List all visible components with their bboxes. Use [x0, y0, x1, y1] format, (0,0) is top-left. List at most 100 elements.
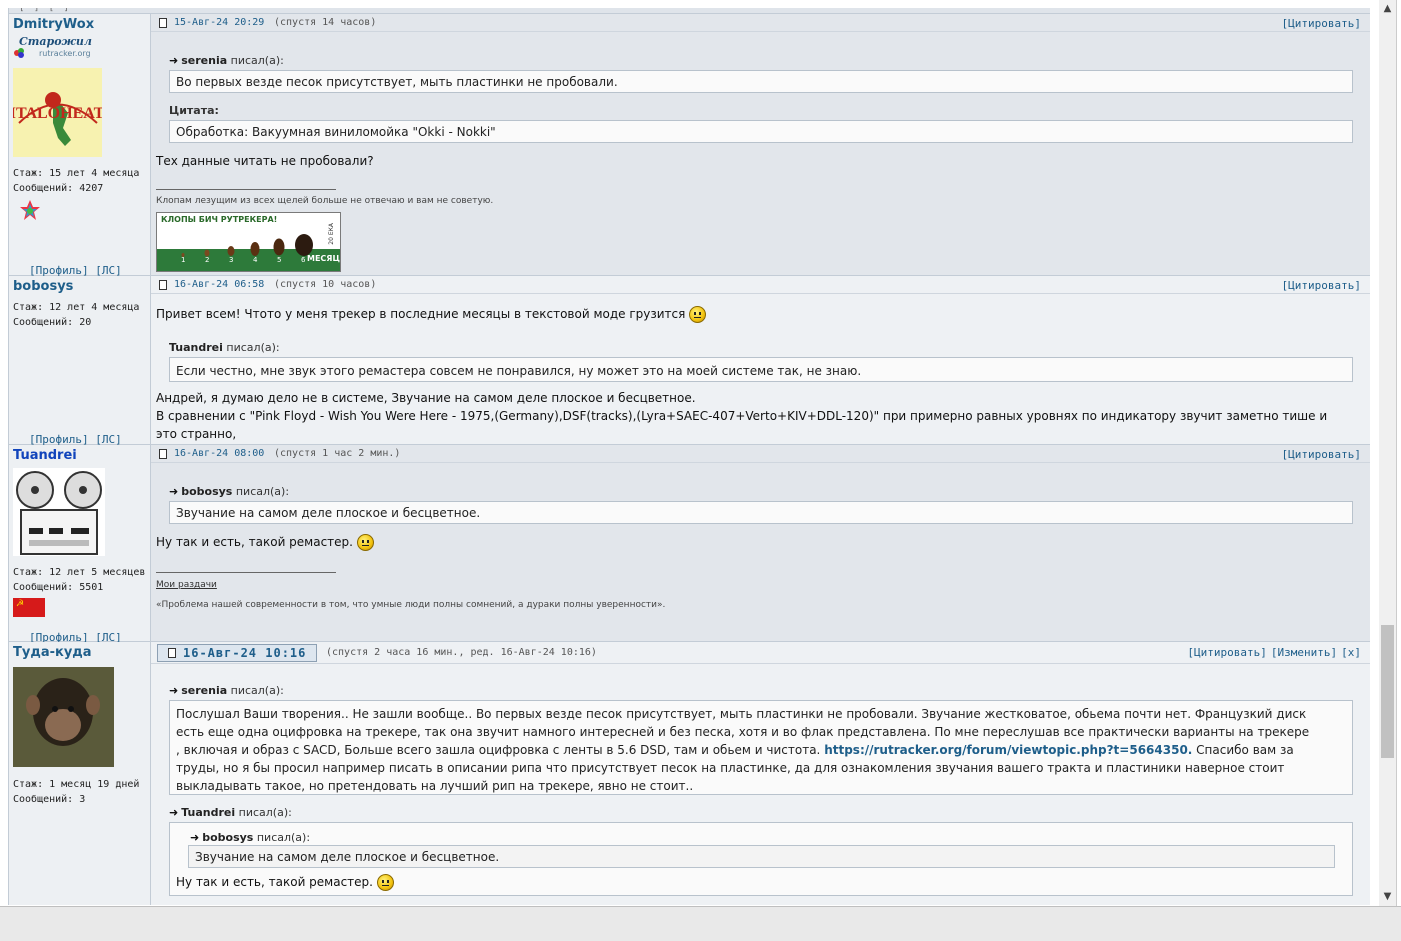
post-header: 16-Авг-24 06:58 (спустя 10 часов) [Цитир… [151, 276, 1370, 294]
sad-smiley-icon [356, 534, 374, 551]
quote-line: Послушал Ваши творения.. Не зашли вообще… [176, 707, 1307, 721]
banner-scale: 6 [301, 256, 306, 264]
wrote-label: писал(а): [230, 54, 284, 67]
author-nick[interactable]: DmitryWox [13, 17, 94, 32]
my-releases-link[interactable]: Мои раздачи [156, 580, 217, 590]
post-doc-icon [159, 18, 167, 28]
post-actions: [Цитировать] [Изменить] [x] [1183, 646, 1361, 659]
signature-text: «Проблема нашей современности в том, что… [156, 600, 666, 610]
nested-quote-box: Звучание на самом деле плоское и бесцвет… [188, 845, 1335, 868]
quote-arrow-icon: ➜ [190, 831, 200, 844]
quote-author: bobosys [202, 831, 254, 844]
wrote-label: писал(а): [230, 684, 284, 697]
author-stat: Сообщений: 3 [13, 794, 86, 805]
quote-header: ➜ bobosys писал(а): [169, 485, 289, 498]
post-relative-time: (спустя 2 часа 16 мин., ред. 16-Авг-24 1… [326, 647, 597, 658]
award-star-icon [19, 199, 41, 225]
post-author-panel: Tuandrei Стаж: 12 лет 5 месяцев Сообщени… [9, 445, 151, 644]
banner-title: КЛОПЫ БИЧ РУТРЕКЕРА! [161, 215, 278, 224]
author-nick[interactable]: bobosys [13, 279, 73, 294]
author-stat: Стаж: 15 лет 4 месяца [13, 168, 140, 179]
post-header: 16-Авг-24 10:16 (спустя 2 часа 16 мин., … [151, 642, 1370, 664]
scroll-up-icon[interactable]: ▲ [1379, 0, 1396, 17]
author-stat: Сообщений: 4207 [13, 183, 104, 194]
quote-box: Если честно, мне звук этого ремастера со… [169, 357, 1353, 382]
quote-button[interactable]: [Цитировать] [1282, 279, 1361, 292]
post-author-panel: Туда-куда Стаж: 1 месяц 19 дней Сообщени… [9, 642, 151, 905]
quote-button[interactable]: [Цитировать] [1282, 448, 1361, 461]
quote-line: есть еще одна оцифровка на трекере, так … [176, 725, 1310, 739]
author-stat: Стаж: 1 месяц 19 дней [13, 779, 140, 790]
signature-text: Клопам лезущим из всех щелей больше не о… [156, 196, 494, 206]
quote-box: Звучание на самом деле плоское и бесцвет… [169, 501, 1353, 524]
post-dmitrywox: DmitryWox Старожил rutracker.org ITALOHE… [9, 14, 1370, 277]
post-tuandrei: Tuandrei Стаж: 12 лет 5 месяцев Сообщени… [9, 445, 1370, 644]
banner-scale: 5 [277, 256, 282, 264]
avatar [13, 468, 105, 556]
svg-text:ITALOHEAT: ITALOHEAT [13, 105, 102, 122]
quote-button[interactable]: [Цитировать] [1282, 17, 1361, 30]
quote-box: Послушал Ваши творения.. Не зашли вообще… [169, 700, 1353, 795]
quote-author: Tuandrei [181, 806, 236, 819]
rank-site: rutracker.org [39, 49, 91, 58]
wrote-label: писал(а): [238, 806, 292, 819]
delete-button[interactable]: [x] [1341, 646, 1361, 659]
post-intro: Привет всем! Чтото у меня трекер в после… [156, 307, 686, 321]
quote-body-text: Ну так и есть, такой ремастер. [176, 875, 373, 889]
quote-button[interactable]: [Цитировать] [1187, 646, 1266, 659]
banner-month: МЕСЯЦ [307, 254, 340, 263]
post-header: 15-Авг-24 20:29 (спустя 14 часов) [Цитир… [151, 14, 1370, 32]
author-nick[interactable]: Туда-куда [13, 645, 92, 660]
banner-scale: 2 [205, 256, 210, 264]
ussr-flag-icon: ☭ [13, 598, 45, 617]
post-body: 16-Авг-24 06:58 (спустя 10 часов) [Цитир… [151, 276, 1370, 444]
quote-line-text: , включая и образ с SACD, Больше всего з… [176, 743, 821, 757]
quote-arrow-icon: ➜ [169, 485, 179, 498]
taskbar [0, 906, 1401, 941]
post-body: 15-Авг-24 20:29 (спустя 14 часов) [Цитир… [151, 14, 1370, 275]
quote-author: serenia [181, 684, 228, 697]
post-text: В сравнении с "Pink Floyd - Wish You Wer… [156, 409, 1328, 423]
post-doc-icon [159, 449, 167, 459]
edit-button[interactable]: [Изменить] [1271, 646, 1337, 659]
post-body: 16-Авг-24 10:16 (спустя 2 часа 16 мин., … [151, 642, 1370, 905]
post-date[interactable]: 16-Авг-24 06:58 [174, 279, 264, 290]
forum-thread: [ ] [ ] DmitryWox Старожил rutracker.org… [8, 8, 1370, 905]
post-body-text: Ну так и есть, такой ремастер. [156, 535, 353, 549]
post-date[interactable]: 16-Авг-24 08:00 [174, 448, 264, 459]
post-relative-time: (спустя 14 часов) [274, 17, 377, 28]
author-nick[interactable]: Tuandrei [13, 448, 77, 463]
signature-divider [156, 572, 336, 573]
quote-box: ➜ bobosys писал(а): Звучание на самом дел… [169, 822, 1353, 896]
topic-link[interactable]: https://rutracker.org/forum/viewtopic.ph… [824, 743, 1192, 757]
scroll-down-icon[interactable]: ▼ [1379, 888, 1396, 905]
post-text: Привет всем! Чтото у меня трекер в после… [156, 305, 707, 323]
sad-smiley-icon [689, 306, 707, 323]
author-rank: Старожил [19, 35, 92, 48]
quote-body: Ну так и есть, такой ремастер. [176, 873, 394, 891]
post-author-panel: bobosys Стаж: 12 лет 4 месяца Сообщений:… [9, 276, 151, 446]
signature-divider [156, 189, 336, 190]
quote-label: Цитата: [169, 104, 219, 117]
quote-arrow-icon: ➜ [169, 54, 179, 67]
quote-line: труды, но я бы просил например писать в … [176, 761, 1285, 775]
author-stat: Стаж: 12 лет 4 месяца [13, 302, 140, 313]
quote-author: serenia [181, 54, 228, 67]
post-text: Тех данные читать не пробовали? [156, 154, 374, 168]
post-date[interactable]: 16-Авг-24 10:16 [183, 646, 306, 660]
post-tuda-kuda: Туда-куда Стаж: 1 месяц 19 дней Сообщени… [9, 642, 1370, 905]
wrote-label: писал(а): [235, 485, 290, 498]
post-body: 16-Авг-24 08:00 (спустя 1 час 2 мин.) [Ц… [151, 445, 1370, 641]
post-date[interactable]: 15-Авг-24 20:29 [174, 17, 264, 28]
quote-header: ➜ Tuandrei писал(а): [169, 806, 292, 819]
vertical-scrollbar[interactable]: ▲ ▼ [1379, 0, 1396, 906]
post-date-box: 16-Авг-24 10:16 [157, 644, 317, 662]
quote-header: Tuandrei писал(а): [169, 341, 280, 354]
post-header: 16-Авг-24 08:00 (спустя 1 час 2 мин.) [Ц… [151, 445, 1370, 463]
quote-author: bobosys [181, 485, 233, 498]
quote-header: ➜ serenia писал(а): [169, 54, 284, 67]
quote-box: Во первых везде песок присутствует, мыть… [169, 70, 1353, 93]
scroll-thumb[interactable] [1381, 625, 1394, 758]
author-stat: Сообщений: 5501 [13, 582, 104, 593]
post-text: это странно, [156, 427, 237, 441]
